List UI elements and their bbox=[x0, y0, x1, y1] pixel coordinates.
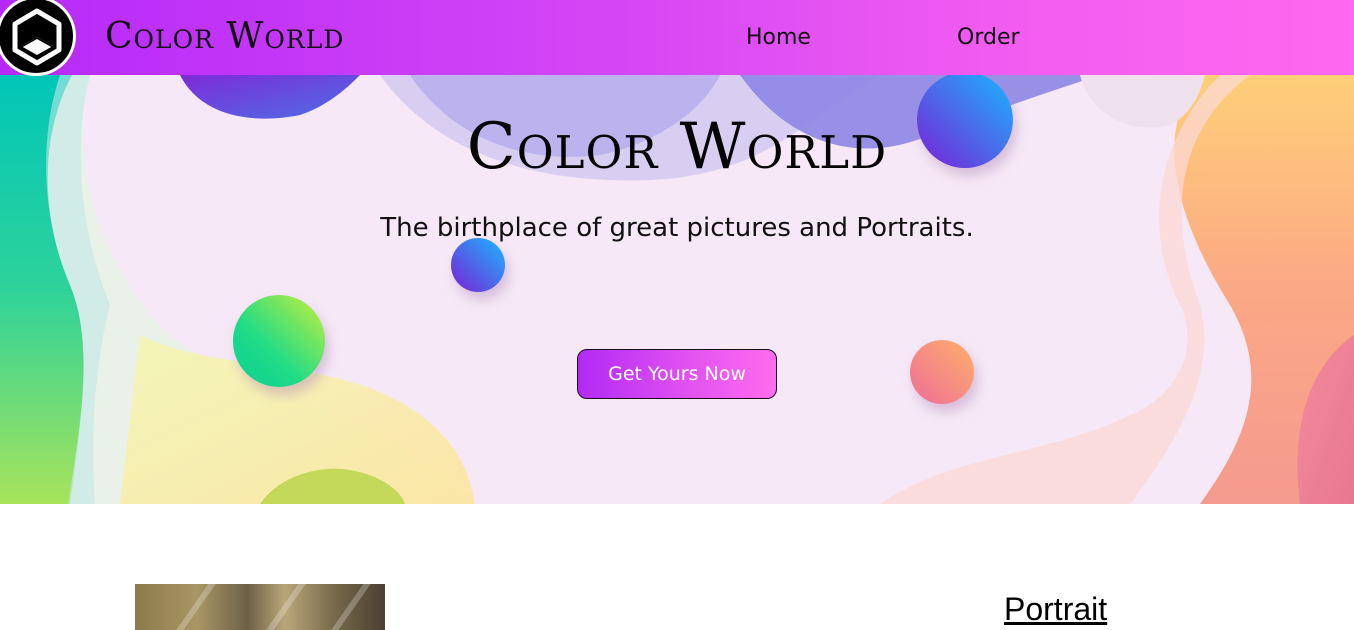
hero-section: Color World The birthplace of great pict… bbox=[0, 75, 1354, 504]
content-section: Portrait bbox=[0, 504, 1354, 630]
hero-title: Color World bbox=[466, 110, 888, 184]
logo[interactable] bbox=[0, 0, 76, 76]
brand-title[interactable]: Color World bbox=[105, 14, 344, 60]
hexagon-logo-icon bbox=[12, 8, 62, 66]
nav-link-home[interactable]: Home bbox=[746, 23, 811, 53]
hero-subtitle: The birthplace of great pictures and Por… bbox=[380, 213, 974, 243]
navbar: Color World Home Order bbox=[0, 0, 1354, 76]
portrait-image[interactable] bbox=[135, 584, 385, 630]
nav-link-order[interactable]: Order bbox=[957, 23, 1020, 53]
section-heading-portrait[interactable]: Portrait bbox=[1004, 590, 1107, 628]
get-yours-now-button[interactable]: Get Yours Now bbox=[577, 349, 777, 399]
